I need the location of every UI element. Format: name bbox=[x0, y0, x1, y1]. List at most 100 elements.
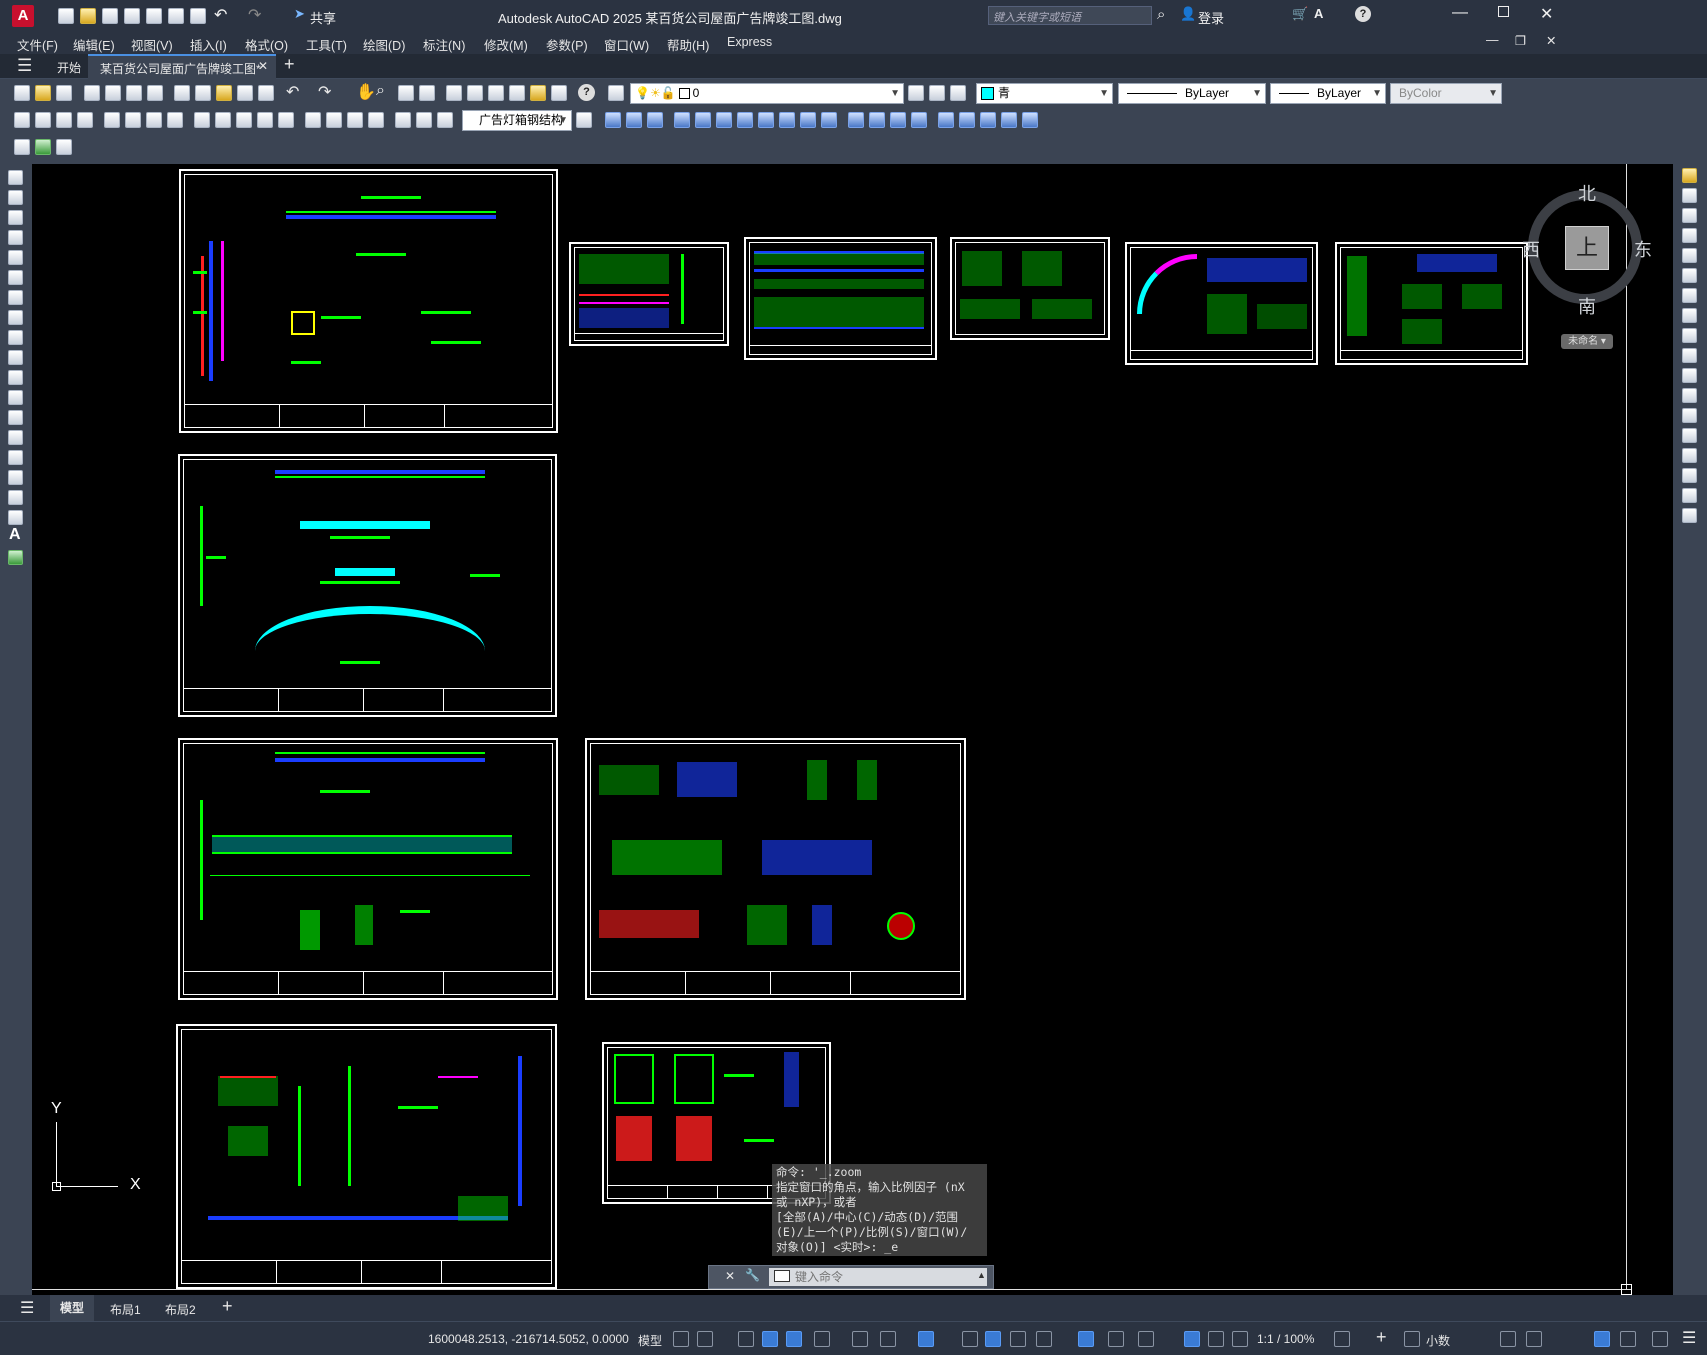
preview-icon[interactable] bbox=[105, 85, 121, 101]
zoom-previous-icon[interactable] bbox=[419, 85, 435, 101]
dim-break-icon[interactable] bbox=[278, 112, 294, 128]
ellipse-arc-icon[interactable] bbox=[8, 370, 23, 385]
menu-format[interactable]: 格式(O) bbox=[245, 35, 288, 54]
join-icon[interactable] bbox=[1682, 428, 1697, 443]
drawing-sheet[interactable] bbox=[178, 454, 557, 717]
zoom-window-icon[interactable] bbox=[398, 85, 414, 101]
tab-layout2[interactable]: 布局2 bbox=[165, 1301, 196, 1318]
calculator-icon[interactable] bbox=[551, 85, 567, 101]
lock-ui-icon[interactable] bbox=[1526, 1331, 1542, 1347]
tab-close-icon[interactable]: ✕ bbox=[258, 59, 268, 73]
compass-north[interactable]: 北 bbox=[1578, 180, 1596, 206]
mtext-icon[interactable]: A bbox=[9, 526, 21, 544]
dim-update-icon[interactable] bbox=[437, 112, 453, 128]
inspection-icon[interactable] bbox=[347, 112, 363, 128]
snap-icon[interactable] bbox=[697, 1331, 713, 1347]
autocad-logo[interactable]: A bbox=[12, 5, 34, 27]
center-mark-icon[interactable] bbox=[326, 112, 342, 128]
save-icon[interactable] bbox=[102, 8, 118, 24]
customize-status-icon[interactable]: ☰ bbox=[1682, 1328, 1696, 1348]
cart-icon[interactable]: 🛒 bbox=[1292, 6, 1308, 22]
infer-constraints-icon[interactable] bbox=[738, 1331, 754, 1347]
3d-flatshot-icon[interactable] bbox=[890, 112, 906, 128]
coordinates-readout[interactable]: 1600048.2513, -216714.5052, 0.0000 bbox=[428, 1332, 629, 1346]
plot-tb-icon[interactable] bbox=[84, 85, 100, 101]
rotate-icon[interactable] bbox=[1682, 288, 1697, 303]
dim-arc-icon[interactable] bbox=[56, 112, 72, 128]
extend-icon[interactable] bbox=[1682, 368, 1697, 383]
tool-palettes-icon[interactable] bbox=[488, 85, 504, 101]
zoom-realtime-icon[interactable]: ⌕ bbox=[376, 82, 385, 100]
layer-previous-icon[interactable] bbox=[929, 85, 945, 101]
3d-rotate-icon[interactable] bbox=[821, 112, 837, 128]
minimize-button[interactable]: — bbox=[1452, 4, 1468, 22]
menu-view[interactable]: 视图(V) bbox=[131, 35, 173, 54]
markup-icon[interactable] bbox=[530, 85, 546, 101]
3d-slice-icon[interactable] bbox=[848, 112, 864, 128]
make-current-icon[interactable] bbox=[908, 85, 924, 101]
save-tb-icon[interactable] bbox=[56, 85, 72, 101]
block-attr-icon[interactable] bbox=[35, 139, 51, 155]
transparency-icon[interactable] bbox=[985, 1331, 1001, 1347]
new-tab-button[interactable]: + bbox=[284, 54, 295, 75]
3d-imprint-icon[interactable] bbox=[980, 112, 996, 128]
selection-filter-icon[interactable] bbox=[1108, 1331, 1124, 1347]
menu-edit[interactable]: 编辑(E) bbox=[73, 35, 115, 54]
plotstyle-dropdown[interactable]: ByColor ▼ bbox=[1390, 83, 1502, 104]
customize-wrench-icon[interactable]: 🔧 bbox=[745, 1268, 760, 1282]
construction-line-icon[interactable] bbox=[8, 190, 23, 205]
hamburger-menu-icon[interactable]: ☰ bbox=[20, 1298, 34, 1318]
layer-dropdown[interactable]: 💡☀🔓 0 ▼ bbox=[630, 83, 904, 104]
annotation-visibility-icon[interactable] bbox=[1184, 1331, 1200, 1347]
redo-icon[interactable]: ↷ bbox=[248, 5, 261, 25]
polyline-icon[interactable] bbox=[8, 210, 23, 225]
3d-wedge-icon[interactable] bbox=[626, 112, 642, 128]
mirror-icon[interactable] bbox=[1682, 208, 1697, 223]
tab-start[interactable]: 开始 bbox=[57, 59, 81, 76]
add-selected-icon[interactable] bbox=[8, 550, 23, 565]
open-file-icon[interactable] bbox=[80, 8, 96, 24]
3d-convert-icon[interactable] bbox=[938, 112, 954, 128]
autodesk-app-icon[interactable]: A bbox=[1314, 6, 1323, 21]
isolate-objects-icon[interactable] bbox=[1594, 1331, 1610, 1347]
dim-radius-icon[interactable] bbox=[104, 112, 120, 128]
dim-jogged-icon[interactable] bbox=[125, 112, 141, 128]
drawing-sheet[interactable] bbox=[585, 738, 966, 1000]
drawing-sheet[interactable] bbox=[569, 242, 729, 346]
search-input[interactable]: 键入关键字或短语 bbox=[988, 6, 1152, 25]
units-value[interactable]: 小数 bbox=[1426, 1332, 1450, 1349]
tab-active-drawing[interactable]: 某百货公司屋面广告牌竣工图* ✕ bbox=[88, 54, 276, 79]
new-file-icon[interactable] bbox=[58, 8, 74, 24]
open-web-icon[interactable] bbox=[146, 8, 162, 24]
offset-icon[interactable] bbox=[1682, 228, 1697, 243]
3d-box-icon[interactable] bbox=[605, 112, 621, 128]
annotation-scale-icon[interactable] bbox=[1232, 1331, 1248, 1347]
isodraft-icon[interactable] bbox=[852, 1331, 868, 1347]
object-snap-tracking-icon[interactable] bbox=[880, 1331, 896, 1347]
dimstyle-manager-icon[interactable] bbox=[576, 112, 592, 128]
linetype-dropdown[interactable]: ByLayer ▼ bbox=[1118, 83, 1266, 104]
help-tb-icon[interactable]: ? bbox=[578, 84, 595, 101]
open-icon[interactable] bbox=[35, 85, 51, 101]
share-icon[interactable]: ➤ bbox=[294, 6, 305, 22]
command-prompt-icon[interactable] bbox=[774, 1270, 790, 1282]
search-icon[interactable]: ⌕ bbox=[1157, 6, 1165, 23]
menu-insert[interactable]: 插入(I) bbox=[190, 35, 227, 54]
point-icon[interactable] bbox=[8, 430, 23, 445]
rectangle-icon[interactable] bbox=[8, 250, 23, 265]
dim-ordinate-icon[interactable] bbox=[77, 112, 93, 128]
table-icon[interactable] bbox=[8, 510, 23, 525]
move-icon[interactable] bbox=[1682, 268, 1697, 283]
grip-square[interactable] bbox=[1621, 1284, 1632, 1295]
3d-shell-icon[interactable] bbox=[1001, 112, 1017, 128]
ellipse-icon[interactable] bbox=[8, 350, 23, 365]
undo-icon[interactable]: ↶ bbox=[214, 5, 227, 25]
menu-help[interactable]: 帮助(H) bbox=[667, 35, 709, 54]
paste-icon[interactable] bbox=[216, 85, 232, 101]
make-block-icon[interactable] bbox=[8, 410, 23, 425]
annotation-scale-value[interactable]: 1:1 / 100% bbox=[1257, 1332, 1314, 1346]
save-as-icon[interactable] bbox=[124, 8, 140, 24]
gizmo-icon[interactable] bbox=[1138, 1331, 1154, 1347]
drawing-sheet[interactable] bbox=[1335, 242, 1528, 365]
3d-thicken-icon[interactable] bbox=[911, 112, 927, 128]
